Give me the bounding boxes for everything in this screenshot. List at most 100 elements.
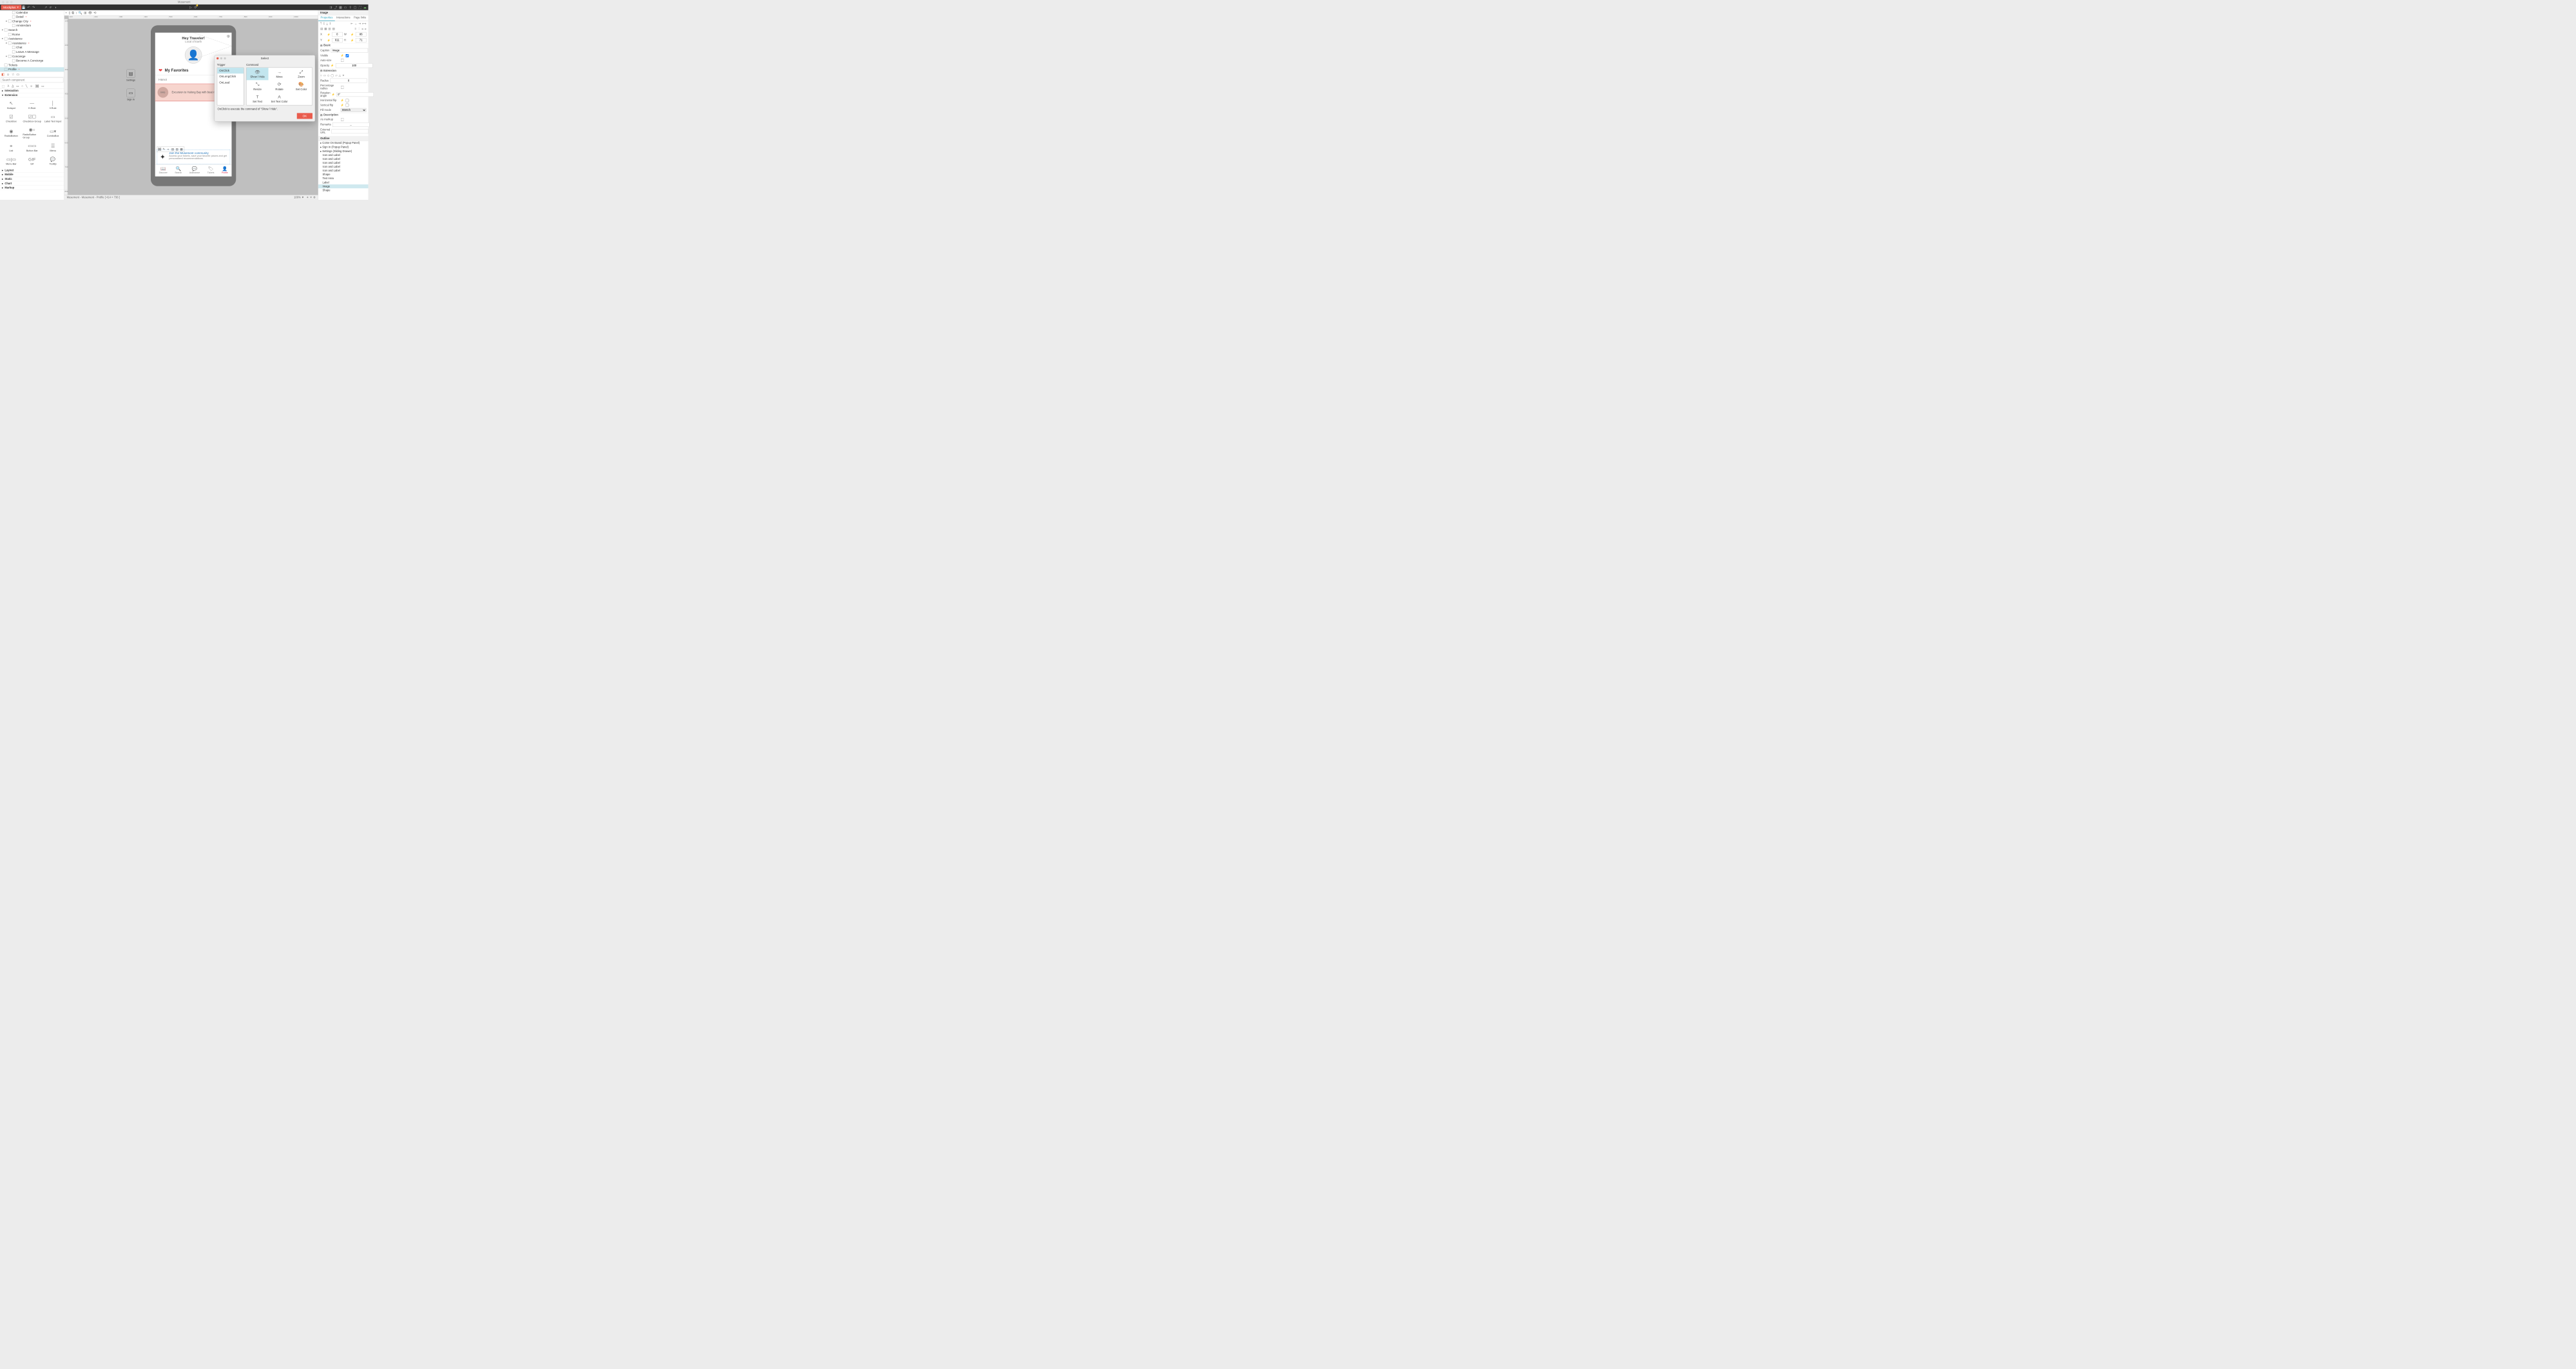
- brightness-icon[interactable]: ☀: [306, 196, 309, 199]
- command-zoom[interactable]: ⤢Zoom: [291, 68, 312, 80]
- community-card[interactable]: ✦ Join the Musement community Access you…: [157, 150, 230, 164]
- circle-icon[interactable]: ○: [21, 84, 23, 88]
- category-extension[interactable]: ▾Extension: [0, 93, 64, 97]
- add-icon[interactable]: +: [65, 11, 67, 15]
- outline-item[interactable]: Shape: [318, 188, 368, 192]
- window-controls[interactable]: [2, 1, 13, 4]
- asmarkup-checkbox[interactable]: [341, 118, 344, 121]
- fullscreen-icon[interactable]: ⛶: [358, 5, 363, 10]
- card-tab-icon[interactable]: ▭: [16, 72, 19, 76]
- y-input[interactable]: [332, 38, 343, 43]
- tab-pagelinks[interactable]: Page links: [352, 15, 369, 21]
- section-description[interactable]: ⊟Description: [318, 113, 368, 117]
- category-static[interactable]: ▸Static: [0, 177, 64, 181]
- tree-item[interactable]: Calendar: [0, 10, 64, 15]
- component-gif[interactable]: GIFGif: [22, 154, 43, 167]
- tab-search[interactable]: 🔍Search: [175, 165, 182, 177]
- flow-icon[interactable]: ⇉: [329, 5, 334, 10]
- dialog-titlebar[interactable]: Select: [215, 55, 315, 61]
- tab-profile[interactable]: 👤Profile: [222, 165, 228, 177]
- tree-item[interactable]: ▾Assistance: [0, 37, 64, 41]
- component-list[interactable]: ≡List: [1, 141, 22, 154]
- float-signin[interactable]: ▭ Sign In: [126, 89, 135, 101]
- remarks-input[interactable]: [332, 122, 369, 127]
- command-move[interactable]: →Move: [269, 68, 291, 80]
- inspect-icon[interactable]: ⌖: [310, 196, 311, 199]
- cloud-icon[interactable]: ☁: [362, 5, 367, 10]
- opacity-input[interactable]: [336, 63, 372, 68]
- section-extension[interactable]: ⊟Extension: [318, 68, 368, 73]
- autosize-checkbox[interactable]: [341, 59, 344, 62]
- command-rotate[interactable]: ⟳Rotate: [269, 80, 291, 92]
- align-row-1[interactable]: ⤒↧⤓↥⇤↔⇥⟷: [318, 21, 368, 26]
- bottom-tabs[interactable]: 📖Discover🔍Search💬Assistance🏷Tickets👤Prof…: [155, 165, 232, 177]
- close-icon[interactable]: [2, 1, 5, 4]
- float-settings[interactable]: ▤ Settings: [126, 69, 135, 81]
- component-button-bar[interactable]: ▭▭Button Bar: [22, 141, 43, 154]
- pref-icon[interactable]: ⚙: [313, 196, 316, 199]
- category-interaction[interactable]: ▸Interaction: [0, 89, 64, 93]
- share-icon[interactable]: ⤴: [333, 5, 338, 10]
- visibility-icon[interactable]: 👁: [88, 11, 92, 15]
- tree-item[interactable]: Chat: [0, 45, 64, 50]
- h-input[interactable]: [356, 38, 367, 43]
- page-tree[interactable]: CalendarDetail•▾Change City•Amsterdam▾Se…: [0, 10, 64, 72]
- component-tooltip[interactable]: 💬Tooltip: [43, 154, 63, 167]
- interaction-dialog[interactable]: Select Trigger OnClickOnLongClickOnLoad …: [215, 55, 315, 121]
- component-radiobutton-group[interactable]: ◉○RadioButton Group: [22, 125, 43, 141]
- component-checkbox[interactable]: ☑Checkbox: [1, 112, 22, 124]
- rect-icon[interactable]: ▭: [16, 84, 19, 88]
- redo-icon[interactable]: ↷: [31, 5, 36, 10]
- trigger-onclick[interactable]: OnClick: [217, 68, 244, 73]
- trigger-onlongclick[interactable]: OnLongClick: [217, 73, 244, 79]
- x-input[interactable]: [332, 32, 343, 37]
- tab-interactions[interactable]: Interactions: [335, 15, 352, 21]
- tree-item[interactable]: ▾Assistance•: [0, 41, 64, 46]
- snap-icon[interactable]: ↕: [75, 11, 77, 15]
- component-menu[interactable]: ☰Menu: [43, 141, 63, 154]
- ok-button[interactable]: OK: [297, 113, 312, 119]
- zoom-icon[interactable]: 🔍: [79, 11, 82, 15]
- component-checkbox-group[interactable]: ☑☐Checkbox Group: [22, 112, 43, 124]
- tree-item[interactable]: Amsterdam: [0, 23, 64, 28]
- grid-icon[interactable]: #: [48, 5, 53, 10]
- category-mobile[interactable]: ▸Mobile: [0, 173, 64, 177]
- align-row-2[interactable]: ▤▦▥▧≡⋮⫬⫭: [318, 26, 368, 32]
- fillmode-select[interactable]: Stretch: [341, 108, 367, 112]
- drop-icon[interactable]: ◑: [53, 5, 58, 10]
- hflip-checkbox[interactable]: [345, 99, 349, 102]
- button-icon[interactable]: ▭: [41, 84, 44, 88]
- emoji-tab-icon[interactable]: ☺: [6, 72, 10, 76]
- caption-input[interactable]: [331, 48, 368, 53]
- save-icon[interactable]: 💾: [21, 5, 26, 10]
- exturl-input[interactable]: [332, 129, 369, 133]
- category-markup[interactable]: ▸Markup: [0, 186, 64, 190]
- qrcode-icon[interactable]: ▦: [338, 5, 343, 10]
- export-icon[interactable]: ⇪: [348, 5, 353, 10]
- tree-item[interactable]: Leave A Message: [0, 50, 64, 54]
- underline-text-icon[interactable]: A: [12, 84, 14, 88]
- component-v-rule[interactable]: │V.Rule: [43, 99, 63, 112]
- command-set-text-color[interactable]: ASet Text Color: [269, 93, 291, 105]
- pointer-icon[interactable]: ↗: [43, 5, 48, 10]
- component-combobox[interactable]: ▭▾ComboBox: [43, 125, 63, 141]
- text-icon[interactable]: A: [7, 84, 9, 88]
- component-label-text-input[interactable]: ▭Label Text Input: [43, 112, 63, 124]
- link-mode-icon[interactable]: ⟲: [93, 11, 96, 15]
- w-input[interactable]: [356, 32, 367, 37]
- copy-icon[interactable]: ⧉: [72, 11, 74, 15]
- component-menu-bar[interactable]: ▭|▭Menu Bar: [1, 154, 22, 167]
- undo-icon[interactable]: ↶: [26, 5, 32, 10]
- tab-discover[interactable]: 📖Discover: [159, 165, 168, 177]
- outline-list[interactable]: ▸ Come On Board (Popup Panel)▸ Sign In (…: [318, 141, 368, 192]
- refresh-icon[interactable]: ⟳2: [193, 5, 198, 10]
- inspector-tabs[interactable]: Properties Interactions Page links: [318, 15, 368, 21]
- library-tabs[interactable]: ◧ ☺ ☆ ▭: [0, 72, 64, 77]
- image-icon[interactable]: 🖼: [35, 84, 39, 88]
- tree-item[interactable]: Detail•: [0, 15, 64, 19]
- component-h-rule[interactable]: —H.Rule: [22, 99, 43, 112]
- vflip-checkbox[interactable]: [345, 104, 349, 107]
- trigger-onload[interactable]: OnLoad: [217, 79, 244, 85]
- tree-item[interactable]: Become A Concierge: [0, 59, 64, 63]
- trigger-list[interactable]: OnClickOnLongClickOnLoad: [217, 68, 244, 106]
